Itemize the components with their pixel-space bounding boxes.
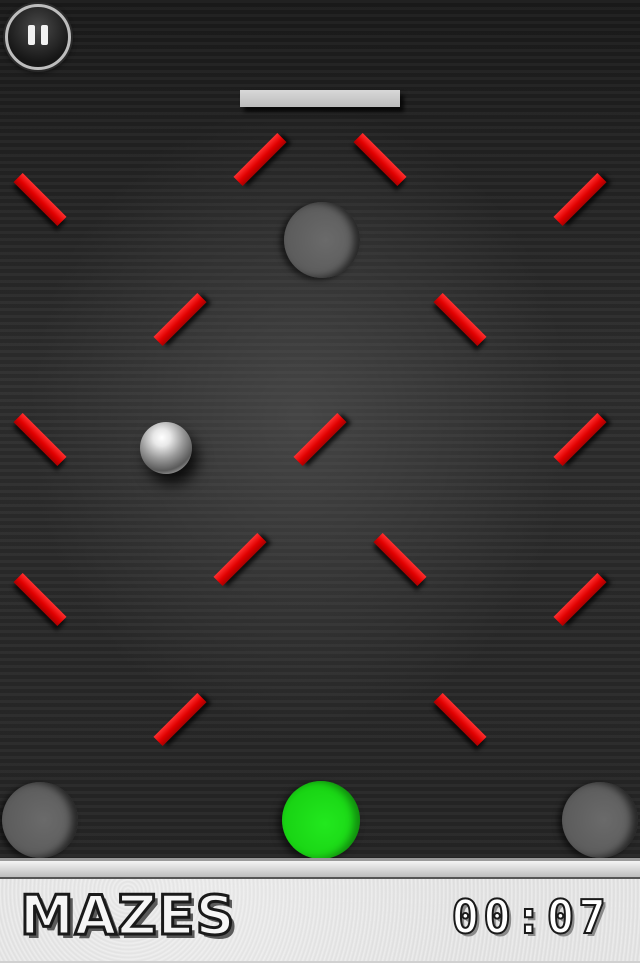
hole bbox=[284, 202, 360, 278]
red-peg bbox=[433, 692, 487, 746]
red-peg bbox=[153, 292, 207, 346]
game-board bbox=[0, 0, 640, 860]
goal-hole bbox=[282, 781, 360, 859]
red-peg bbox=[13, 572, 67, 626]
top-gate-bar bbox=[240, 90, 400, 107]
red-peg bbox=[13, 172, 67, 226]
red-peg bbox=[373, 532, 427, 586]
red-peg bbox=[293, 412, 347, 466]
red-peg bbox=[233, 132, 287, 186]
red-peg bbox=[13, 412, 67, 466]
hole bbox=[562, 782, 638, 858]
red-peg bbox=[213, 532, 267, 586]
hole bbox=[2, 782, 78, 858]
red-peg bbox=[353, 132, 407, 186]
red-peg bbox=[553, 412, 607, 466]
level-title: MAZES bbox=[18, 883, 236, 949]
red-peg bbox=[553, 572, 607, 626]
red-peg bbox=[553, 172, 607, 226]
pause-button[interactable] bbox=[5, 4, 71, 70]
pause-icon bbox=[25, 25, 51, 49]
player-ball[interactable] bbox=[140, 422, 192, 474]
red-peg bbox=[153, 692, 207, 746]
elapsed-timer: 00:07 bbox=[451, 889, 610, 945]
red-peg bbox=[433, 292, 487, 346]
